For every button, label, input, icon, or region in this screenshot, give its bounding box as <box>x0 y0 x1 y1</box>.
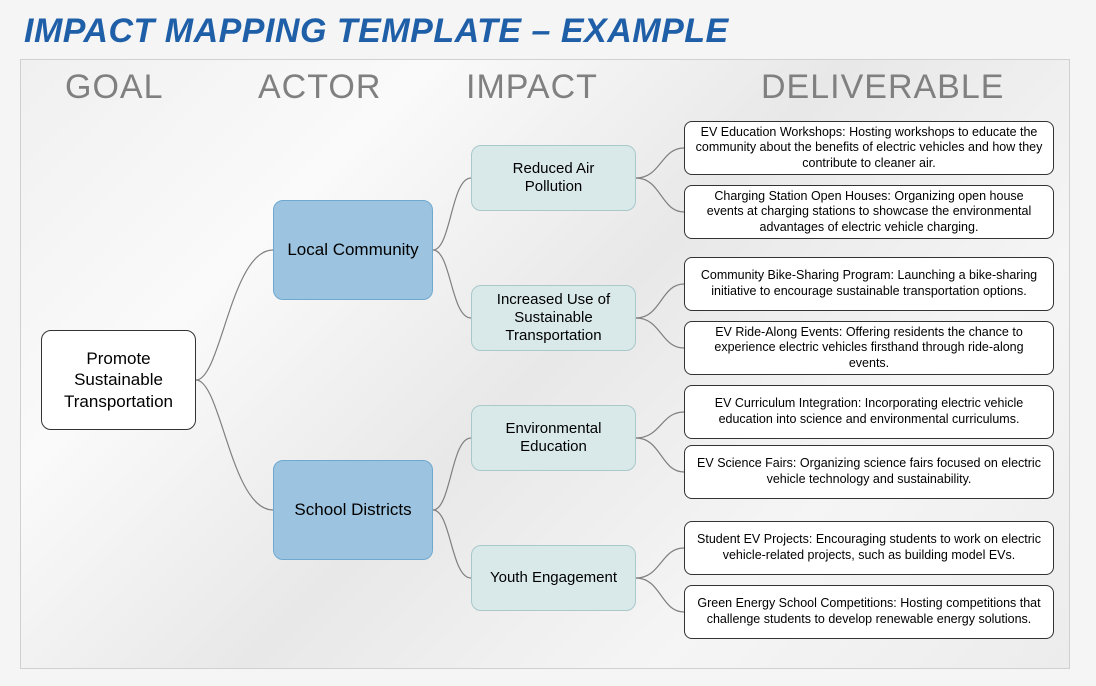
deliverable-ev-ride-along: EV Ride-Along Events: Offering residents… <box>684 321 1054 375</box>
header-actor: ACTOR <box>258 68 381 107</box>
header-impact: IMPACT <box>466 68 598 107</box>
page-title: IMPACT MAPPING TEMPLATE – EXAMPLE <box>20 12 1076 51</box>
deliverable-ev-curriculum: EV Curriculum Integration: Incorporating… <box>684 385 1054 439</box>
impact-sustainable-transportation: Increased Use of Sustainable Transportat… <box>471 285 636 351</box>
page-container: IMPACT MAPPING TEMPLATE – EXAMPLE GOAL A… <box>0 0 1096 686</box>
header-deliverable: DELIVERABLE <box>761 68 1004 107</box>
diagram-canvas: GOAL ACTOR IMPACT DELIVERABLE <box>20 59 1070 669</box>
impact-environmental-education: Environmental Education <box>471 405 636 471</box>
deliverable-ev-workshops: EV Education Workshops: Hosting workshop… <box>684 121 1054 175</box>
header-goal: GOAL <box>65 68 163 107</box>
actor-school-districts: School Districts <box>273 460 433 560</box>
column-headers: GOAL ACTOR IMPACT DELIVERABLE <box>21 68 1069 118</box>
deliverable-bike-sharing: Community Bike-Sharing Program: Launchin… <box>684 257 1054 311</box>
deliverable-ev-science-fairs: EV Science Fairs: Organizing science fai… <box>684 445 1054 499</box>
impact-youth-engagement: Youth Engagement <box>471 545 636 611</box>
impact-reduced-air-pollution: Reduced Air Pollution <box>471 145 636 211</box>
actor-local-community: Local Community <box>273 200 433 300</box>
deliverable-charging-open-houses: Charging Station Open Houses: Organizing… <box>684 185 1054 239</box>
deliverable-green-energy-competitions: Green Energy School Competitions: Hostin… <box>684 585 1054 639</box>
deliverable-student-ev-projects: Student EV Projects: Encouraging student… <box>684 521 1054 575</box>
goal-node: Promote Sustainable Transportation <box>41 330 196 430</box>
